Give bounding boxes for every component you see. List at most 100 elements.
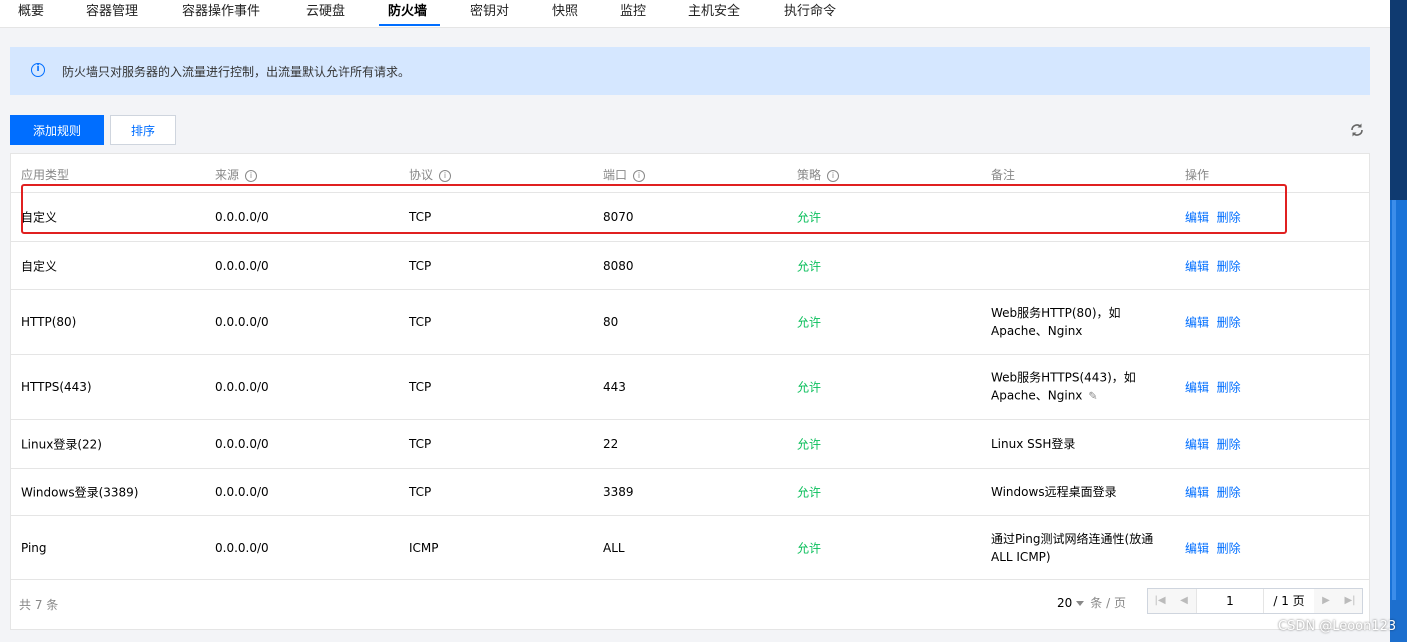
page-size-unit: 条 / 页 <box>1090 596 1126 610</box>
last-page-icon[interactable]: ▶| <box>1338 589 1362 613</box>
table-row: Ping 0.0.0.0/0 ICMP ALL 允许 通过Ping测试网络连通性… <box>11 516 1369 580</box>
header-source: 来源 i <box>215 166 258 183</box>
cell-source: 0.0.0.0/0 <box>215 380 269 394</box>
table-footer: 共 7 条 20条 / 页 |◀ ◀ / 1 页 ▶ ▶| <box>11 579 1369 629</box>
cell-port: 8070 <box>603 210 634 224</box>
page-size-select[interactable]: 20 条 / 页 <box>1057 594 1126 611</box>
delete-link[interactable]: 删除 <box>1217 541 1241 555</box>
cell-port: 80 <box>603 315 619 329</box>
table-row: Linux登录(22) 0.0.0.0/0 TCP 22 允许 Linux SS… <box>11 420 1369 469</box>
first-page-icon[interactable]: |◀ <box>1148 589 1173 613</box>
firewall-rules-table: 应用类型 来源 i 协议 i 端口 i 策略 i 备注 操作 自定义 0.0.0.0/0… <box>10 153 1370 630</box>
total-count: 共 7 条 <box>19 598 59 612</box>
port-info-icon[interactable]: i <box>633 169 646 182</box>
cell-note: Windows远程桌面登录 <box>991 485 1117 499</box>
sort-button[interactable]: 排序 <box>110 115 176 145</box>
tab-monitoring[interactable]: 监控 <box>620 0 646 27</box>
row-actions: 编辑 删除 <box>1185 539 1241 556</box>
tab-firewall[interactable]: 防火墙 <box>388 0 427 27</box>
notice-text: 防火墙只对服务器的入流量进行控制，出流量默认允许所有请求。 <box>62 65 411 79</box>
tab-bar: 概要 容器管理 容器操作事件 云硬盘 防火墙 密钥对 快照 监控 主机安全 执行… <box>0 0 1390 28</box>
cell-source: 0.0.0.0/0 <box>215 485 269 499</box>
cell-port: 3389 <box>603 485 634 499</box>
page-number-input[interactable] <box>1197 589 1264 613</box>
cell-source: 0.0.0.0/0 <box>215 210 269 224</box>
policy-info-icon[interactable]: i <box>827 169 840 182</box>
cell-app-type: Linux登录(22) <box>21 437 102 452</box>
watermark: CSDN @Leoon123 <box>1278 619 1397 634</box>
delete-link[interactable]: 删除 <box>1217 381 1241 395</box>
cell-source: 0.0.0.0/0 <box>215 315 269 329</box>
cell-policy: 允许 <box>797 315 822 330</box>
cell-policy: 允许 <box>797 541 822 555</box>
edit-link[interactable]: 编辑 <box>1185 316 1209 330</box>
cell-protocol: TCP <box>409 258 432 273</box>
cell-policy: 允许 <box>797 210 822 225</box>
desktop-background-highlight <box>1392 200 1396 620</box>
source-info-icon[interactable]: i <box>245 169 258 182</box>
tab-container-events[interactable]: 容器操作事件 <box>182 0 260 27</box>
cell-app-type: 自定义 <box>21 259 58 273</box>
edit-link[interactable]: 编辑 <box>1185 381 1209 395</box>
cell-port: 22 <box>603 437 619 451</box>
cell-source: 0.0.0.0/0 <box>215 258 269 273</box>
info-icon: i <box>31 63 45 77</box>
row-actions: 编辑 删除 <box>1185 484 1241 501</box>
delete-link[interactable]: 删除 <box>1217 316 1241 330</box>
refresh-icon[interactable] <box>1349 122 1365 138</box>
table-row: HTTP(80) 0.0.0.0/0 TCP 80 允许 Web服务HTTP(8… <box>11 290 1369 355</box>
header-note: 备注 <box>991 168 1016 182</box>
edit-link[interactable]: 编辑 <box>1185 541 1209 555</box>
cell-note: Web服务HTTPS(443)，如 Apache、Nginx ✎ <box>991 369 1136 406</box>
edit-link[interactable]: 编辑 <box>1185 259 1209 273</box>
cell-note: Web服务HTTP(80)，如 Apache、Nginx <box>991 306 1121 338</box>
cell-protocol: TCP <box>409 315 432 329</box>
tab-overview[interactable]: 概要 <box>18 0 44 27</box>
header-port: 端口 i <box>603 166 646 183</box>
header-app-type: 应用类型 <box>21 168 70 182</box>
tab-container-management[interactable]: 容器管理 <box>86 0 138 27</box>
tab-cloud-disk[interactable]: 云硬盘 <box>306 0 345 27</box>
row-actions: 编辑 删除 <box>1185 436 1241 453</box>
cell-protocol: TCP <box>409 380 432 394</box>
row-actions: 编辑 删除 <box>1185 379 1241 396</box>
cell-policy: 允许 <box>797 485 822 500</box>
header-action: 操作 <box>1185 168 1210 182</box>
delete-link[interactable]: 删除 <box>1217 486 1241 500</box>
tab-snapshots[interactable]: 快照 <box>552 0 578 27</box>
header-protocol: 协议 i <box>409 166 452 183</box>
cell-policy: 允许 <box>797 259 822 273</box>
cell-note: 通过Ping测试网络连通性(放通 ALL ICMP) <box>991 531 1154 564</box>
next-page-icon[interactable]: ▶ <box>1314 589 1339 613</box>
table-header: 应用类型 来源 i 协议 i 端口 i 策略 i 备注 操作 <box>11 154 1369 193</box>
edit-link[interactable]: 编辑 <box>1185 211 1209 225</box>
cell-app-type: 自定义 <box>21 210 58 225</box>
cell-app-type: HTTP(80) <box>21 315 77 329</box>
delete-link[interactable]: 删除 <box>1217 211 1241 225</box>
header-policy: 策略 i <box>797 166 840 183</box>
cell-policy: 允许 <box>797 437 822 452</box>
cell-app-type: Windows登录(3389) <box>21 485 139 500</box>
delete-link[interactable]: 删除 <box>1217 259 1241 273</box>
cell-protocol: ICMP <box>409 540 439 555</box>
cell-app-type: Ping <box>21 540 47 555</box>
edit-note-icon[interactable]: ✎ <box>1088 388 1097 406</box>
tab-host-security[interactable]: 主机安全 <box>688 0 740 27</box>
prev-page-icon[interactable]: ◀ <box>1172 589 1197 613</box>
cell-policy: 允许 <box>797 380 822 395</box>
cell-protocol: TCP <box>409 210 432 224</box>
pagination: |◀ ◀ / 1 页 ▶ ▶| <box>1147 588 1363 614</box>
add-rule-button[interactable]: 添加规则 <box>10 115 104 145</box>
edit-link[interactable]: 编辑 <box>1185 438 1209 452</box>
cell-source: 0.0.0.0/0 <box>215 540 269 555</box>
row-actions: 编辑 删除 <box>1185 209 1241 226</box>
protocol-info-icon[interactable]: i <box>439 169 452 182</box>
edit-link[interactable]: 编辑 <box>1185 486 1209 500</box>
delete-link[interactable]: 删除 <box>1217 438 1241 452</box>
tab-key-pairs[interactable]: 密钥对 <box>470 0 509 27</box>
tab-run-command[interactable]: 执行命令 <box>784 0 836 27</box>
table-row: 自定义 0.0.0.0/0 TCP 8070 允许 编辑 删除 <box>11 193 1369 242</box>
cell-port: 443 <box>603 380 626 394</box>
firewall-notice: i 防火墙只对服务器的入流量进行控制，出流量默认允许所有请求。 <box>10 47 1370 95</box>
table-row: Windows登录(3389) 0.0.0.0/0 TCP 3389 允许 Wi… <box>11 469 1369 516</box>
